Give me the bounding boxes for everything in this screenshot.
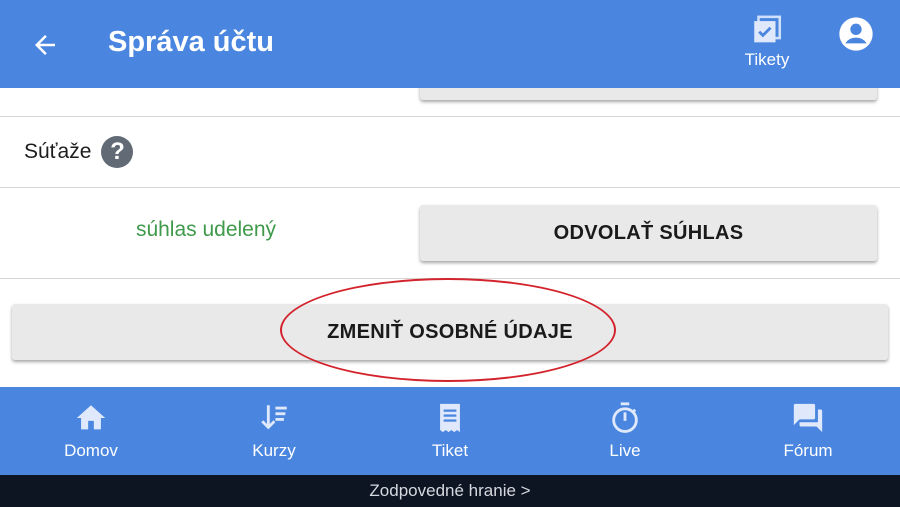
app-bar: Správa účtu Tikety [0, 0, 900, 88]
tickets-icon [754, 15, 782, 43]
divider [0, 116, 900, 117]
consent-status: súhlas udelený [135, 218, 277, 241]
nav-label: Tiket [431, 441, 469, 460]
nav-label: Kurzy [252, 441, 296, 460]
nav-item-forum[interactable]: Fórum [748, 387, 868, 475]
help-icon[interactable]: ? [101, 136, 134, 168]
receipt-icon [440, 403, 460, 433]
back-button[interactable] [28, 28, 62, 62]
nav-item-tiket[interactable]: Tiket [390, 387, 510, 475]
nav-item-domov[interactable]: Domov [31, 387, 151, 475]
nav-label: Domov [64, 441, 118, 460]
divider [0, 187, 900, 188]
contest-row: Súťaže ? [24, 134, 134, 170]
account-circle-icon [839, 17, 873, 51]
home-icon [76, 405, 106, 430]
stopwatch-icon [612, 402, 638, 433]
nav-label: Live [609, 441, 641, 460]
nav-item-kurzy[interactable]: Kurzy [214, 387, 334, 475]
arrow-back-icon [35, 35, 55, 55]
forum-icon [793, 403, 823, 433]
nav-item-live[interactable]: Live [565, 387, 685, 475]
revoke-consent-button[interactable]: ODVOLAŤ SÚHLAS [420, 205, 877, 261]
account-settings-content: Súťaže ? súhlas udelený ODVOLAŤ SÚHLAS Z… [0, 88, 900, 387]
tikety-label: Tikety [744, 50, 790, 69]
tikety-button[interactable]: Tikety [736, 14, 798, 80]
contest-label: Súťaže [24, 140, 92, 163]
change-personal-data-button[interactable]: ZMENIŤ OSOBNÉ ÚDAJE [12, 304, 888, 360]
page-title: Správa účtu [108, 26, 274, 58]
responsible-gaming-link[interactable]: Zodpovedné hranie > [0, 475, 900, 507]
sort-icon [261, 405, 287, 430]
previous-button-edge[interactable] [420, 88, 877, 100]
divider [0, 278, 900, 279]
nav-label: Fórum [783, 441, 833, 460]
bottom-navigation: Domov Kurzy Tiket Live Fórum [0, 387, 900, 475]
account-button[interactable] [836, 14, 876, 54]
